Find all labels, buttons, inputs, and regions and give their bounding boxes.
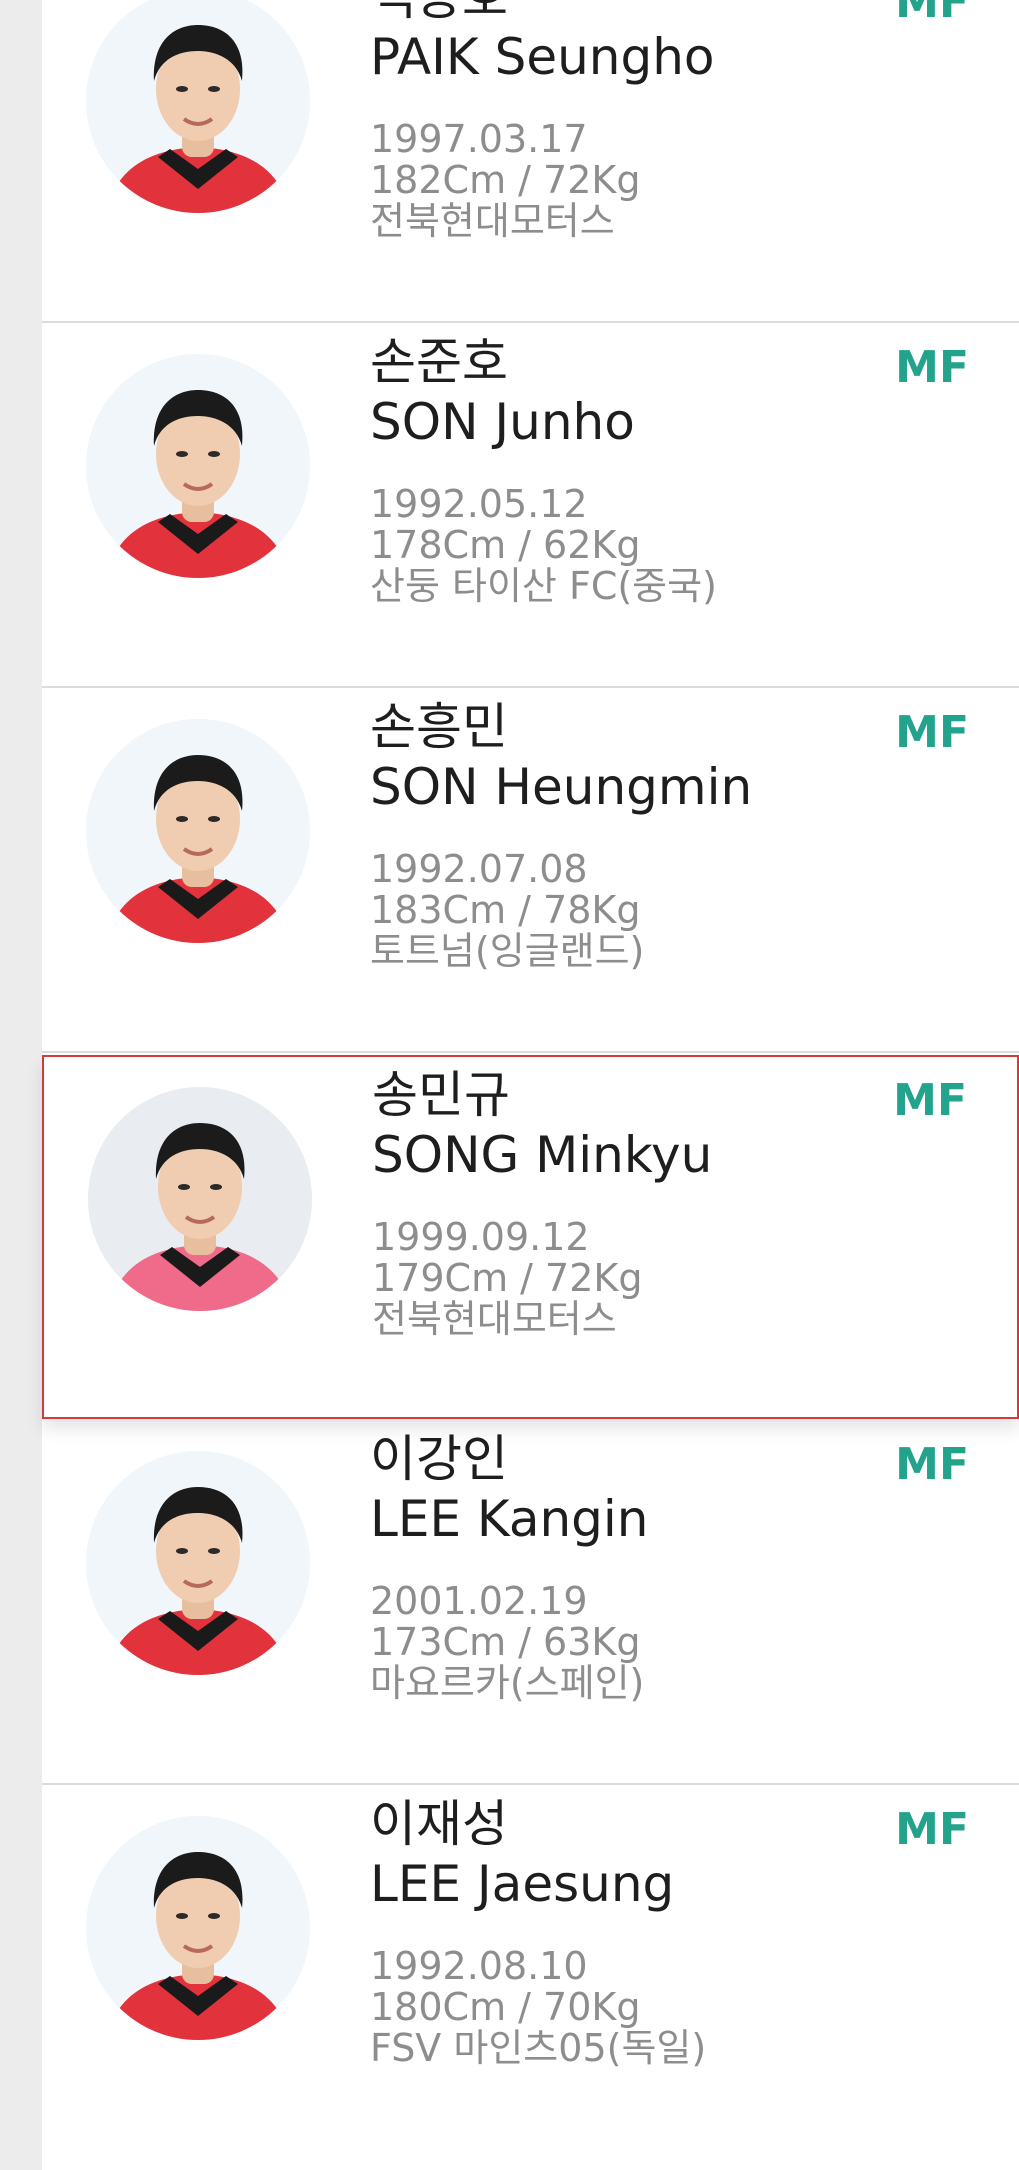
player-name-korean: 송민규	[372, 1066, 510, 1124]
player-name-korean: 이재성	[370, 1795, 508, 1853]
player-info: 1992.07.08 183Cm / 78Kg 토트넘(잉글랜드)	[370, 849, 644, 972]
player-club: 전북현대모터스	[372, 1297, 617, 1341]
player-height-weight: 179Cm / 72Kg	[372, 1256, 643, 1300]
position-badge: MF	[895, 342, 969, 393]
player-photo	[86, 1816, 310, 2040]
player-height-weight: 178Cm / 62Kg	[370, 523, 641, 567]
player-name-korean: 이강인	[370, 1430, 508, 1488]
position-badge: MF	[895, 1804, 969, 1855]
player-card-song-minkyu[interactable]: 송민규 SONG Minkyu 1999.09.12 179Cm / 72Kg …	[42, 1055, 1019, 1419]
player-name-english: SON Heungmin	[370, 758, 753, 816]
player-name-english: SON Junho	[370, 393, 635, 451]
player-info: 1999.09.12 179Cm / 72Kg 전북현대모터스	[372, 1217, 642, 1340]
player-height-weight: 173Cm / 63Kg	[370, 1620, 641, 1664]
player-card-lee-kangin[interactable]: 이강인 LEE Kangin 2001.02.19 173Cm / 63Kg 마…	[42, 1421, 1019, 1785]
player-name-korean: 손흥민	[370, 698, 508, 756]
player-info: 1992.08.10 180Cm / 70Kg FSV 마인츠05(독일)	[370, 1946, 706, 2069]
player-photo	[88, 1087, 312, 1311]
player-birthdate: 1999.09.12	[372, 1215, 590, 1259]
player-card-lee-jaesung[interactable]: 이재성 LEE Jaesung 1992.08.10 180Cm / 70Kg …	[42, 1786, 1019, 2170]
player-name-korean: 백승호	[370, 0, 508, 27]
player-height-weight: 180Cm / 70Kg	[370, 1985, 641, 2029]
player-photo	[86, 354, 310, 578]
player-club: 마요르카(스페인)	[370, 1661, 645, 1705]
player-photo	[86, 719, 310, 943]
player-name-english: LEE Kangin	[370, 1490, 649, 1548]
left-gutter	[0, 0, 42, 2170]
player-height-weight: 182Cm / 72Kg	[370, 158, 641, 202]
player-club: 토트넘(잉글랜드)	[370, 929, 645, 973]
player-height-weight: 183Cm / 78Kg	[370, 888, 641, 932]
player-birthdate: 1992.07.08	[370, 847, 588, 891]
player-card-son-junho[interactable]: 손준호 SON Junho 1992.05.12 178Cm / 62Kg 산둥…	[42, 324, 1019, 688]
player-birthdate: 1992.08.10	[370, 1944, 588, 1988]
player-card-paik-seungho[interactable]: 백승호 PAIK Seungho 1997.03.17 182Cm / 72Kg…	[42, 0, 1019, 323]
player-birthdate: 2001.02.19	[370, 1579, 588, 1623]
player-name-english: SONG Minkyu	[372, 1126, 713, 1184]
player-club: 전북현대모터스	[370, 199, 615, 243]
position-badge: MF	[895, 1439, 969, 1490]
player-name-english: PAIK Seungho	[370, 28, 715, 86]
player-info: 1997.03.17 182Cm / 72Kg 전북현대모터스	[370, 119, 640, 242]
player-club: 산둥 타이산 FC(중국)	[370, 564, 717, 608]
position-badge: MF	[893, 1075, 967, 1126]
player-club: FSV 마인츠05(독일)	[370, 2026, 707, 2070]
position-badge: MF	[895, 0, 969, 28]
position-badge: MF	[895, 707, 969, 758]
player-list: 백승호 PAIK Seungho 1997.03.17 182Cm / 72Kg…	[42, 0, 1019, 2170]
player-birthdate: 1997.03.17	[370, 117, 588, 161]
player-birthdate: 1992.05.12	[370, 482, 588, 526]
player-name-korean: 손준호	[370, 333, 508, 391]
player-photo	[86, 1451, 310, 1675]
player-name-english: LEE Jaesung	[370, 1855, 675, 1913]
player-card-son-heungmin[interactable]: 손흥민 SON Heungmin 1992.07.08 183Cm / 78Kg…	[42, 689, 1019, 1053]
player-info: 2001.02.19 173Cm / 63Kg 마요르카(스페인)	[370, 1581, 644, 1704]
player-photo	[86, 0, 310, 213]
player-info: 1992.05.12 178Cm / 62Kg 산둥 타이산 FC(중국)	[370, 484, 717, 607]
